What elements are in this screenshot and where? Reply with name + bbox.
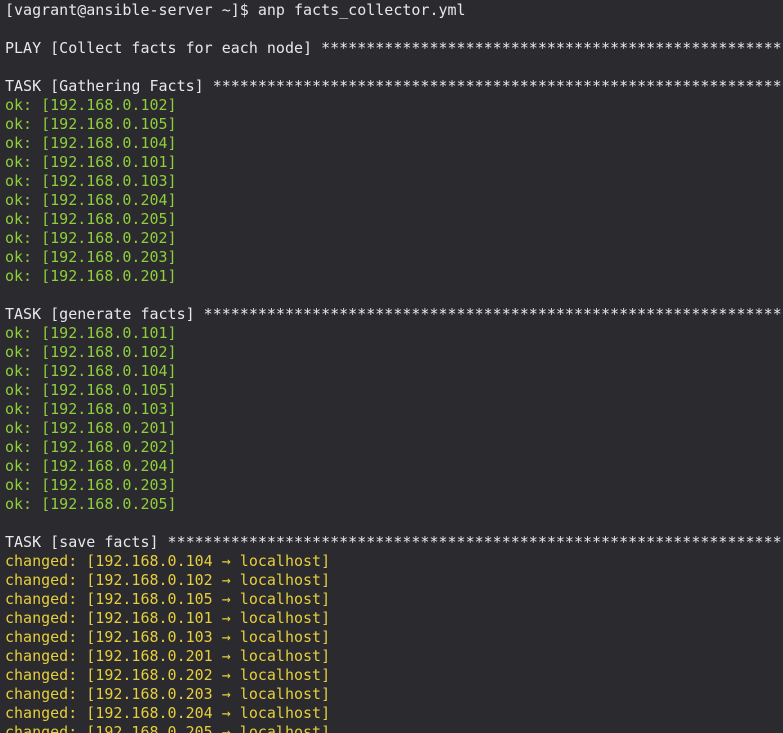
terminal-window[interactable]: [vagrant@ansible-server ~]$ anp facts_co…: [0, 0, 783, 733]
task-result-line: changed: [192.168.0.202 → localhost]: [5, 666, 331, 684]
task-header-gathering-facts: TASK [Gathering Facts] *****************…: [5, 77, 783, 95]
task-result-line: changed: [192.168.0.203 → localhost]: [5, 685, 331, 703]
task-result-line: ok: [192.168.0.201]: [5, 267, 177, 285]
task-result-line: changed: [192.168.0.201 → localhost]: [5, 647, 331, 665]
task-result-line: ok: [192.168.0.103]: [5, 400, 177, 418]
task-result-line: changed: [192.168.0.205 → localhost]: [5, 723, 331, 733]
task-result-line: ok: [192.168.0.101]: [5, 324, 177, 342]
task-result-line: ok: [192.168.0.203]: [5, 476, 177, 494]
task-result-line: changed: [192.168.0.204 → localhost]: [5, 704, 331, 722]
task-result-line: changed: [192.168.0.102 → localhost]: [5, 571, 331, 589]
task-header-save-facts: TASK [save facts] **********************…: [5, 533, 783, 551]
task-result-line: ok: [192.168.0.105]: [5, 381, 177, 399]
task-result-line: ok: [192.168.0.204]: [5, 191, 177, 209]
task-result-line: changed: [192.168.0.104 → localhost]: [5, 552, 331, 570]
shell-prompt-line: [vagrant@ansible-server ~]$ anp facts_co…: [5, 1, 466, 19]
task-result-line: ok: [192.168.0.103]: [5, 172, 177, 190]
task-result-line: ok: [192.168.0.205]: [5, 210, 177, 228]
task-result-line: ok: [192.168.0.105]: [5, 115, 177, 133]
task-result-line: ok: [192.168.0.102]: [5, 343, 177, 361]
task-result-line: ok: [192.168.0.202]: [5, 229, 177, 247]
task-result-line: ok: [192.168.0.104]: [5, 134, 177, 152]
task-result-line: ok: [192.168.0.205]: [5, 495, 177, 513]
task-result-line: changed: [192.168.0.103 → localhost]: [5, 628, 331, 646]
task-result-line: changed: [192.168.0.105 → localhost]: [5, 590, 331, 608]
task-result-line: ok: [192.168.0.204]: [5, 457, 177, 475]
task-header-generate-facts: TASK [generate facts] ******************…: [5, 305, 783, 323]
task-result-line: changed: [192.168.0.101 → localhost]: [5, 609, 331, 627]
play-header: PLAY [Collect facts for each node] *****…: [5, 39, 783, 57]
task-result-line: ok: [192.168.0.101]: [5, 153, 177, 171]
task-result-line: ok: [192.168.0.201]: [5, 419, 177, 437]
task-result-line: ok: [192.168.0.202]: [5, 438, 177, 456]
task-result-line: ok: [192.168.0.104]: [5, 362, 177, 380]
task-result-line: ok: [192.168.0.102]: [5, 96, 177, 114]
task-result-line: ok: [192.168.0.203]: [5, 248, 177, 266]
